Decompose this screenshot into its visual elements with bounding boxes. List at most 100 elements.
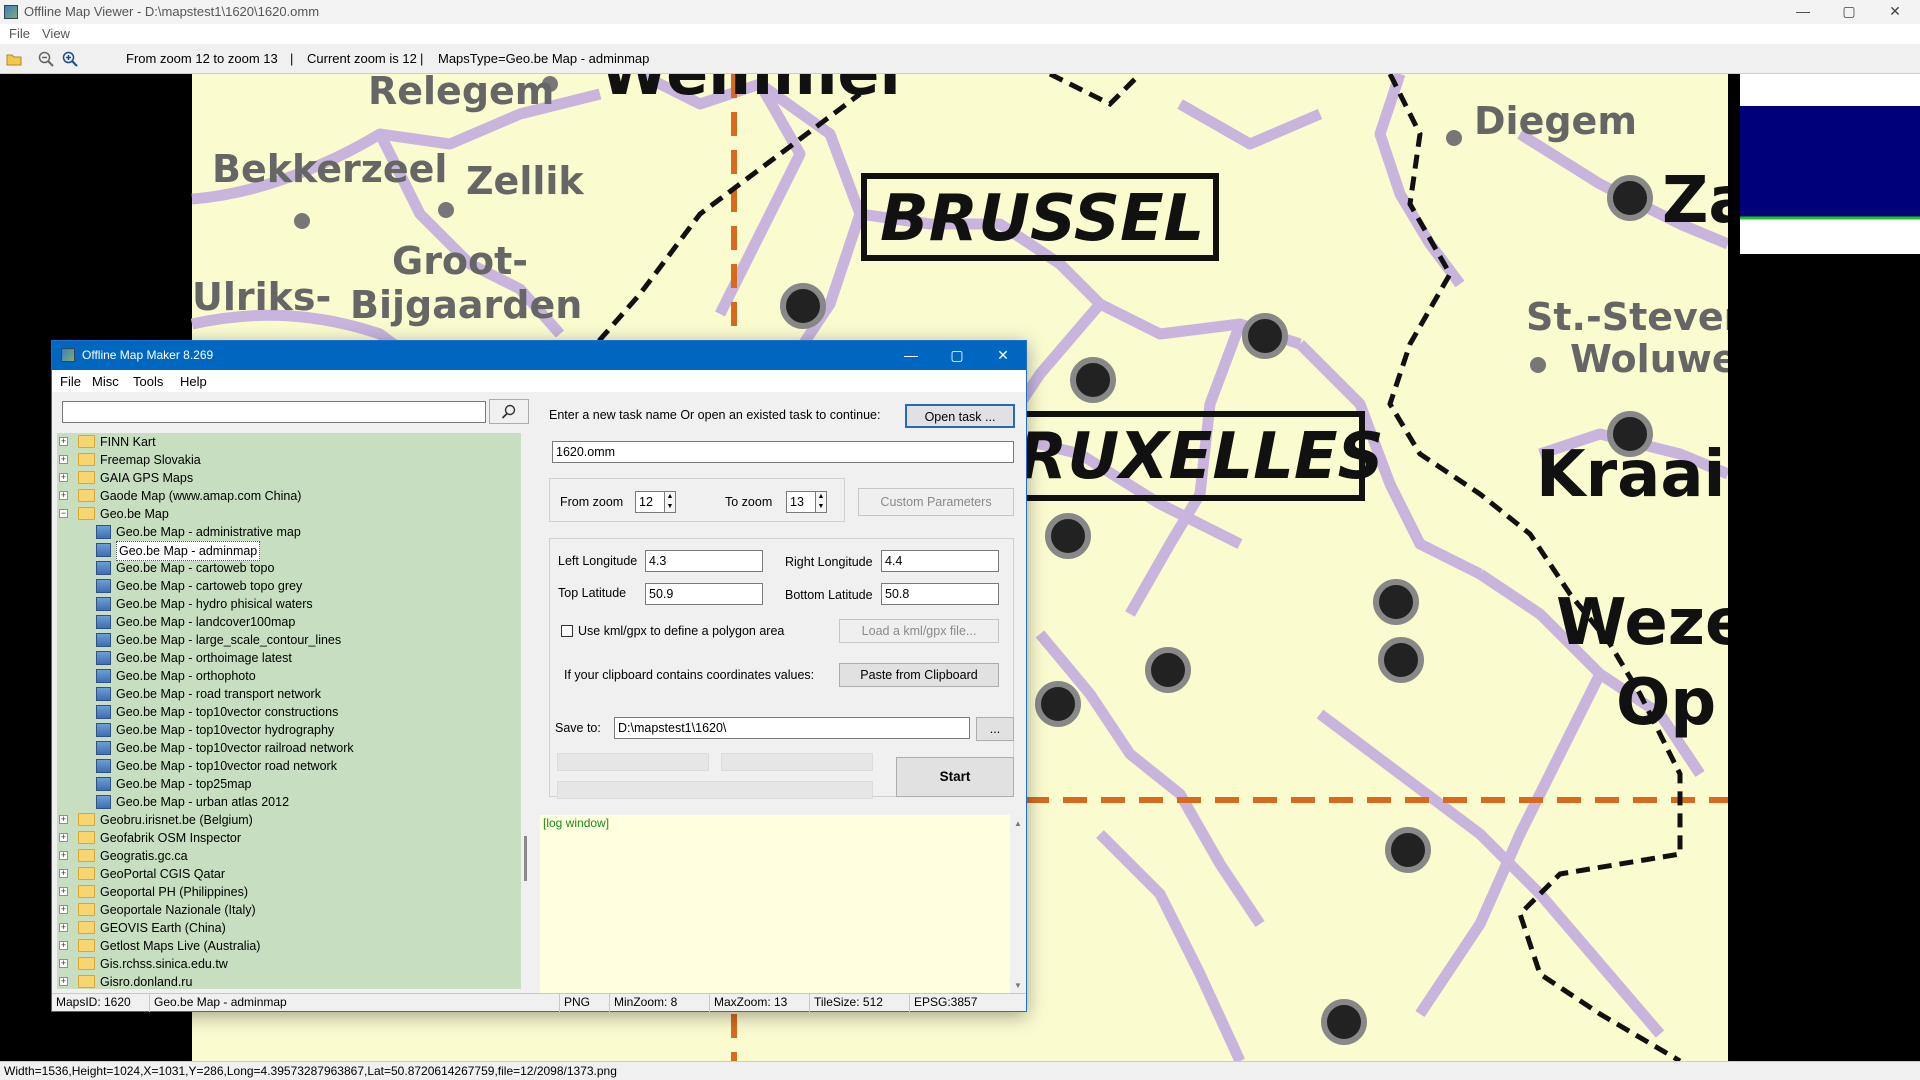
scroll-down-icon[interactable]: ▼ <box>1014 981 1022 990</box>
expand-toggle-icon[interactable]: + <box>59 887 68 896</box>
tree-folder-node[interactable]: + FINN Kart <box>59 433 517 451</box>
dialog-menu-help[interactable]: Help <box>180 374 207 389</box>
tree-map-node[interactable]: Geo.be Map - top10vector hydrography <box>59 721 517 739</box>
tree-folder-node[interactable]: + GAIA GPS Maps <box>59 469 517 487</box>
tree-map-node[interactable]: Geo.be Map - cartoweb topo <box>59 559 517 577</box>
menu-view[interactable]: View <box>42 26 70 41</box>
open-task-button[interactable]: Open task ... <box>905 404 1015 428</box>
expand-toggle-icon[interactable]: + <box>59 977 68 986</box>
expand-toggle-icon[interactable]: + <box>59 491 68 500</box>
tree-folder-node[interactable]: + Gaode Map (www.amap.com China) <box>59 487 517 505</box>
expand-toggle-icon[interactable]: + <box>59 473 68 482</box>
tree-node-label: Geoportale Nazionale (Italy) <box>100 903 256 917</box>
main-menu-bar: File View <box>0 24 1920 44</box>
tree-map-node[interactable]: Geo.be Map - administrative map <box>59 523 517 541</box>
expand-toggle-icon[interactable]: + <box>59 851 68 860</box>
close-button[interactable]: ✕ <box>1872 0 1918 24</box>
tree-folder-node[interactable]: + Geofabrik OSM Inspector <box>59 829 517 847</box>
expand-toggle-icon[interactable]: + <box>59 815 68 824</box>
tree-map-node[interactable]: Geo.be Map - landcover100map <box>59 613 517 631</box>
zoom-range-text: From zoom 12 to zoom 13 <box>126 51 278 66</box>
open-folder-icon[interactable] <box>6 52 22 66</box>
expand-toggle-icon[interactable]: − <box>59 509 68 518</box>
expand-toggle-icon[interactable]: + <box>59 923 68 932</box>
tree-folder-node[interactable]: + Freemap Slovakia <box>59 451 517 469</box>
from-zoom-spinner[interactable]: ▲ ▼ <box>664 491 676 513</box>
dialog-maximize-button[interactable]: ▢ <box>934 341 980 370</box>
maximize-button[interactable]: ▢ <box>1826 0 1872 24</box>
map-layer-icon <box>96 687 111 701</box>
to-zoom-spinner[interactable]: ▲ ▼ <box>815 491 827 513</box>
tree-folder-node[interactable]: + GeoPortal CGIS Qatar <box>59 865 517 883</box>
tree-map-node[interactable]: Geo.be Map - cartoweb topo grey <box>59 577 517 595</box>
expand-toggle-icon[interactable]: + <box>59 437 68 446</box>
left-longitude-input[interactable]: 4.3 <box>645 550 763 572</box>
dialog-menu-tools[interactable]: Tools <box>133 374 163 389</box>
tree-map-node[interactable]: Geo.be Map - top10vector constructions <box>59 703 517 721</box>
tree-map-node[interactable]: Geo.be Map - orthophoto <box>59 667 517 685</box>
tree-map-node[interactable]: Geo.be Map - top10vector road network <box>59 757 517 775</box>
search-button[interactable] <box>489 399 529 424</box>
tree-folder-node[interactable]: + Gis.rchss.sinica.edu.tw <box>59 955 517 973</box>
expand-toggle-icon[interactable]: + <box>59 959 68 968</box>
scroll-up-icon[interactable]: ▲ <box>1014 819 1022 828</box>
tree-scrollbar-thumb[interactable] <box>524 836 527 881</box>
zoom-in-icon[interactable] <box>62 51 78 67</box>
start-button[interactable]: Start <box>896 757 1014 797</box>
expand-toggle-icon[interactable]: + <box>59 455 68 464</box>
log-scrollbar[interactable]: ▲ ▼ <box>1010 815 1026 995</box>
load-kml-button[interactable]: Load a kml/gpx file... <box>839 619 999 643</box>
tree-scrollbar[interactable] <box>523 433 529 989</box>
tree-map-node[interactable]: Geo.be Map - large_scale_contour_lines <box>59 631 517 649</box>
save-to-input[interactable]: D:\mapstest1\1620\ <box>614 717 970 739</box>
status-maps-id: MapsID: 1620 <box>52 994 150 1012</box>
tree-map-node[interactable]: Geo.be Map - top10vector railroad networ… <box>59 739 517 757</box>
folder-icon <box>78 453 95 466</box>
log-window[interactable]: [log window] <box>540 815 1026 995</box>
task-name-input[interactable]: 1620.omm <box>552 441 1014 463</box>
progress-bar <box>557 753 709 771</box>
folder-icon <box>78 903 95 916</box>
status-min-zoom: MinZoom: 8 <box>610 994 710 1012</box>
tree-folder-node[interactable]: + Geogratis.gc.ca <box>59 847 517 865</box>
tree-folder-node[interactable]: + Geoportale Nazionale (Italy) <box>59 901 517 919</box>
tree-folder-node[interactable]: + GEOVIS Earth (China) <box>59 919 517 937</box>
expand-toggle-icon[interactable]: + <box>59 941 68 950</box>
status-max-zoom: MaxZoom: 13 <box>710 994 810 1012</box>
tree-folder-node[interactable]: + Geobru.irisnet.be (Belgium) <box>59 811 517 829</box>
paste-from-clipboard-button[interactable]: Paste from Clipboard <box>839 663 999 687</box>
menu-file[interactable]: File <box>9 26 30 41</box>
zoom-out-icon[interactable] <box>38 51 54 67</box>
minimize-button[interactable]: — <box>1780 0 1826 24</box>
to-zoom-input[interactable]: 13 <box>786 491 816 513</box>
expand-toggle-icon[interactable]: + <box>59 869 68 878</box>
custom-parameters-button[interactable]: Custom Parameters <box>858 488 1014 516</box>
from-zoom-label: From zoom <box>560 495 624 509</box>
browse-button[interactable]: ... <box>976 717 1014 741</box>
map-source-tree[interactable]: + FINN Kart + Freemap Slovakia + GAIA GPS Map… <box>57 433 521 989</box>
tree-map-node[interactable]: Geo.be Map - top25map <box>59 775 517 793</box>
tree-folder-node[interactable]: + Geoportal PH (Philippines) <box>59 883 517 901</box>
dialog-menu-misc[interactable]: Misc <box>92 374 119 389</box>
folder-icon <box>78 813 95 826</box>
tree-map-node[interactable]: Geo.be Map - urban atlas 2012 <box>59 793 517 811</box>
tree-folder-node[interactable]: + Gisro.donland.ru <box>59 973 517 989</box>
expand-toggle-icon[interactable]: + <box>59 833 68 842</box>
kml-checkbox[interactable] <box>561 625 573 637</box>
from-zoom-input[interactable]: 12 <box>635 491 665 513</box>
expand-toggle-icon[interactable]: + <box>59 905 68 914</box>
dialog-minimize-button[interactable]: — <box>888 341 934 370</box>
right-longitude-input[interactable]: 4.4 <box>881 550 999 572</box>
tree-node-label: Geo.be Map - top10vector road network <box>116 759 337 773</box>
tree-map-node[interactable]: Geo.be Map - orthoimage latest <box>59 649 517 667</box>
top-latitude-input[interactable]: 50.9 <box>645 583 763 605</box>
tree-map-node[interactable]: Geo.be Map - hydro phisical waters <box>59 595 517 613</box>
tree-map-node[interactable]: Geo.be Map - adminmap <box>59 541 517 561</box>
tree-folder-node[interactable]: + Getlost Maps Live (Australia) <box>59 937 517 955</box>
dialog-menu-file[interactable]: File <box>60 374 81 389</box>
tree-folder-node[interactable]: − Geo.be Map <box>59 505 517 523</box>
bottom-latitude-input[interactable]: 50.8 <box>881 583 999 605</box>
dialog-close-button[interactable]: ✕ <box>980 341 1026 370</box>
map-search-input[interactable] <box>62 401 486 423</box>
tree-map-node[interactable]: Geo.be Map - road transport network <box>59 685 517 703</box>
